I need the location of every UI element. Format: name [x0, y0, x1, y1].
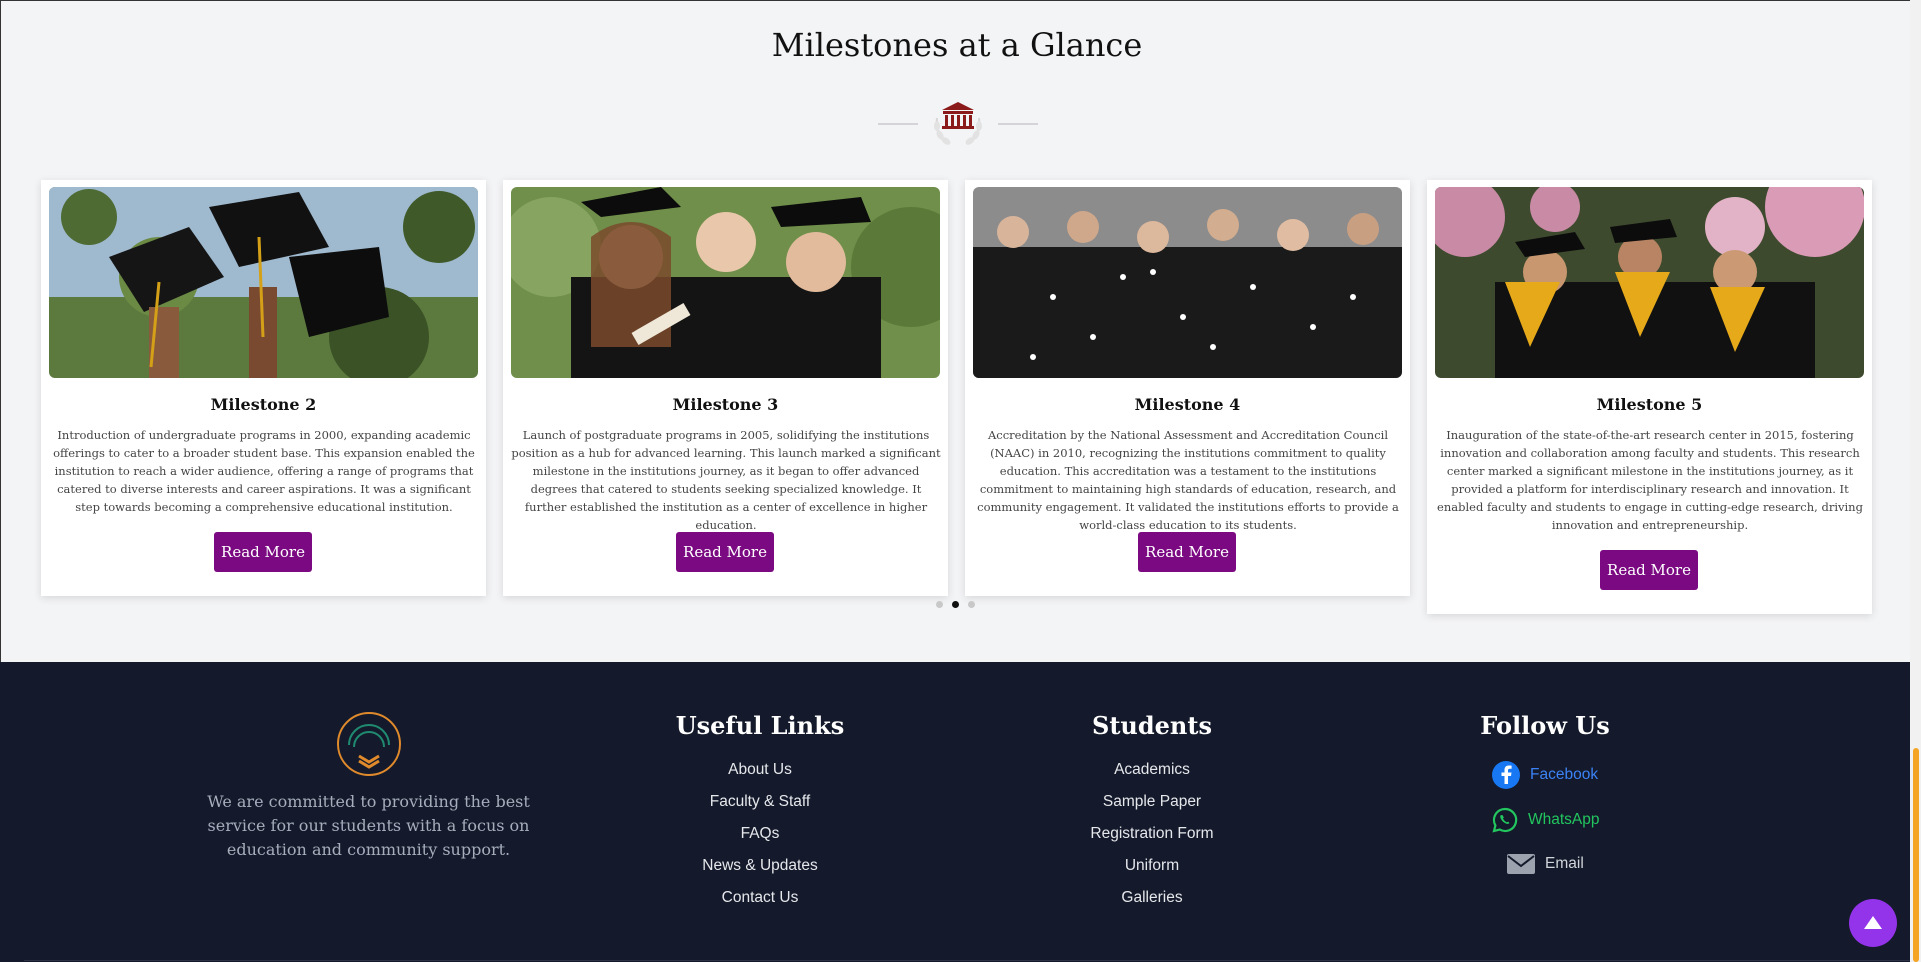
facebook-label: Facebook: [1530, 766, 1599, 783]
milestone-title: Milestone 4: [1134, 395, 1241, 414]
milestone-title: Milestone 2: [210, 395, 317, 414]
read-more-button[interactable]: Read More: [214, 532, 312, 572]
read-more-button[interactable]: Read More: [676, 532, 774, 572]
milestone-description: Accreditation by the National Assessment…: [977, 428, 1399, 532]
footer-divider: [24, 960, 1910, 961]
institution-icon: [934, 102, 982, 145]
milestone-card: Milestone 5 Inauguration of the state-of…: [1427, 180, 1872, 614]
link-uniform[interactable]: Uniform: [1052, 857, 1252, 875]
milestone-title: Milestone 3: [672, 395, 779, 414]
link-news-updates[interactable]: News & Updates: [660, 857, 860, 875]
milestone-description: Launch of postgraduate programs in 2005,…: [511, 428, 941, 532]
link-registration-form[interactable]: Registration Form: [1052, 825, 1252, 843]
read-more-button[interactable]: Read More: [1600, 550, 1698, 590]
arrow-up-icon: [1864, 916, 1882, 929]
link-faculty-staff[interactable]: Faculty & Staff: [660, 793, 860, 811]
link-academics[interactable]: Academics: [1052, 761, 1252, 779]
whatsapp-link[interactable]: WhatsApp: [1491, 806, 1600, 834]
link-sample-paper[interactable]: Sample Paper: [1052, 793, 1252, 811]
section-title: Milestones at a Glance: [771, 26, 1143, 64]
link-galleries[interactable]: Galleries: [1052, 889, 1252, 907]
milestone-card: Milestone 4 Accreditation by the Nationa…: [965, 180, 1410, 596]
page: Milestones at a Glance Milestone 2 Intro…: [0, 0, 1910, 962]
milestone-photo-blossom: [1435, 187, 1864, 378]
email-link[interactable]: Email: [1506, 852, 1584, 876]
carousel-dot[interactable]: [968, 601, 975, 608]
mail-icon: [1507, 854, 1535, 874]
milestone-photo-caps: [49, 187, 478, 378]
top-border: [0, 0, 1910, 1]
facebook-icon: [1492, 761, 1520, 789]
follow-us-title: Follow Us: [1480, 711, 1610, 740]
carousel-dots: [936, 599, 976, 609]
link-contact-us[interactable]: Contact Us: [660, 889, 860, 907]
page-scrollbar[interactable]: [1910, 0, 1921, 962]
divider-line-right: [998, 123, 1038, 125]
carousel-dot-active[interactable]: [952, 601, 959, 608]
milestone-photo-graduates: [511, 187, 940, 378]
divider-line-left: [878, 123, 918, 125]
link-faqs[interactable]: FAQs: [660, 825, 860, 843]
school-logo: [337, 712, 401, 776]
section-divider: [878, 96, 1038, 148]
scrollbar-thumb[interactable]: [1913, 748, 1919, 962]
facebook-link[interactable]: Facebook: [1491, 760, 1598, 790]
read-more-button[interactable]: Read More: [1138, 532, 1236, 572]
milestone-description: Inauguration of the state-of-the-art res…: [1437, 428, 1863, 532]
email-label: Email: [1545, 855, 1584, 872]
left-border: [0, 0, 1, 662]
useful-links-title: Useful Links: [675, 711, 845, 740]
milestone-title: Milestone 5: [1596, 395, 1703, 414]
whatsapp-icon: [1492, 807, 1518, 833]
milestone-card: Milestone 2 Introduction of undergraduat…: [41, 180, 486, 596]
milestone-photo-celebration: [973, 187, 1402, 378]
milestone-card: Milestone 3 Launch of postgraduate progr…: [503, 180, 948, 596]
milestone-description: Introduction of undergraduate programs i…: [53, 428, 475, 514]
whatsapp-label: WhatsApp: [1528, 811, 1600, 828]
students-title: Students: [1092, 711, 1212, 740]
carousel-dot[interactable]: [936, 601, 943, 608]
link-about-us[interactable]: About Us: [660, 761, 860, 779]
footer-description: We are committed to providing the best s…: [207, 792, 530, 859]
scroll-to-top-button[interactable]: [1849, 899, 1897, 947]
